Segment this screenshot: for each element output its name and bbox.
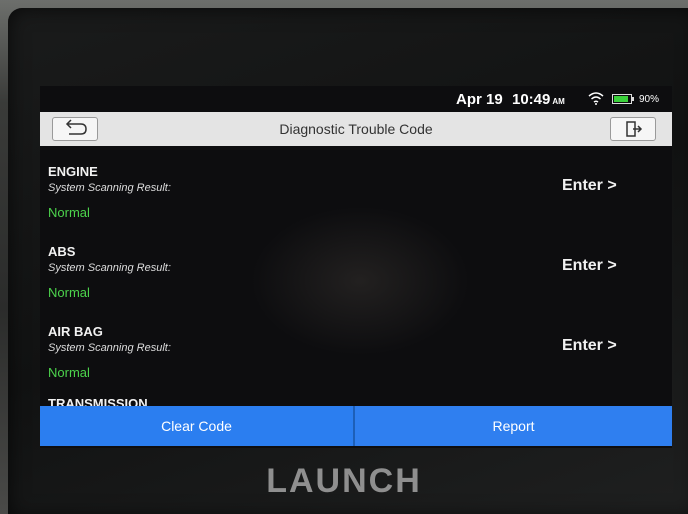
battery-icon	[612, 94, 634, 104]
system-name: ABS	[48, 244, 76, 259]
screen: Apr 19 10:49 AM 90% Diagnostic Trouble Co…	[40, 86, 672, 448]
status-date: Apr 19	[456, 91, 503, 108]
system-item-engine: ENGINE System Scanning Result: Normal En…	[40, 146, 672, 226]
system-scan-label: System Scanning Result:	[48, 342, 171, 354]
enter-button-engine[interactable]: Enter >	[562, 177, 617, 195]
system-status: Normal	[48, 285, 90, 300]
header: Diagnostic Trouble Code	[40, 112, 672, 146]
system-name: ENGINE	[48, 164, 98, 179]
status-time-value: 10:49	[512, 91, 551, 108]
battery-fill	[614, 96, 628, 102]
system-name: AIR BAG	[48, 324, 103, 339]
launch-logo: LAUNCH	[266, 462, 422, 500]
status-battery: 90%	[639, 94, 660, 105]
system-item-transmission[interactable]: TRANSMISSION	[48, 396, 148, 406]
system-item-air-bag: AIR BAG System Scanning Result: Normal E…	[40, 306, 672, 386]
enter-button-air-bag[interactable]: Enter >	[562, 337, 617, 355]
enter-button-abs[interactable]: Enter >	[562, 257, 617, 275]
system-scan-label: System Scanning Result:	[48, 262, 171, 274]
wifi-icon	[588, 92, 604, 105]
system-status: Normal	[48, 205, 90, 220]
status-time: 10:49 AM	[512, 91, 565, 108]
exit-button[interactable]	[610, 117, 656, 141]
report-button[interactable]: Report	[355, 406, 672, 446]
status-ampm: AM	[552, 97, 565, 106]
clear-code-button[interactable]: Clear Code	[40, 406, 353, 446]
system-status: Normal	[48, 365, 90, 380]
bottom-action-bar: Clear Code Report	[40, 406, 672, 446]
system-scan-label: System Scanning Result:	[48, 182, 171, 194]
exit-icon	[626, 121, 643, 137]
system-list: ENGINE System Scanning Result: Normal En…	[40, 146, 672, 406]
page-title: Diagnostic Trouble Code	[279, 121, 433, 137]
status-bar: Apr 19 10:49 AM 90%	[40, 86, 672, 112]
system-item-abs: ABS System Scanning Result: Normal Enter…	[40, 226, 672, 306]
battery-tip	[632, 97, 634, 101]
